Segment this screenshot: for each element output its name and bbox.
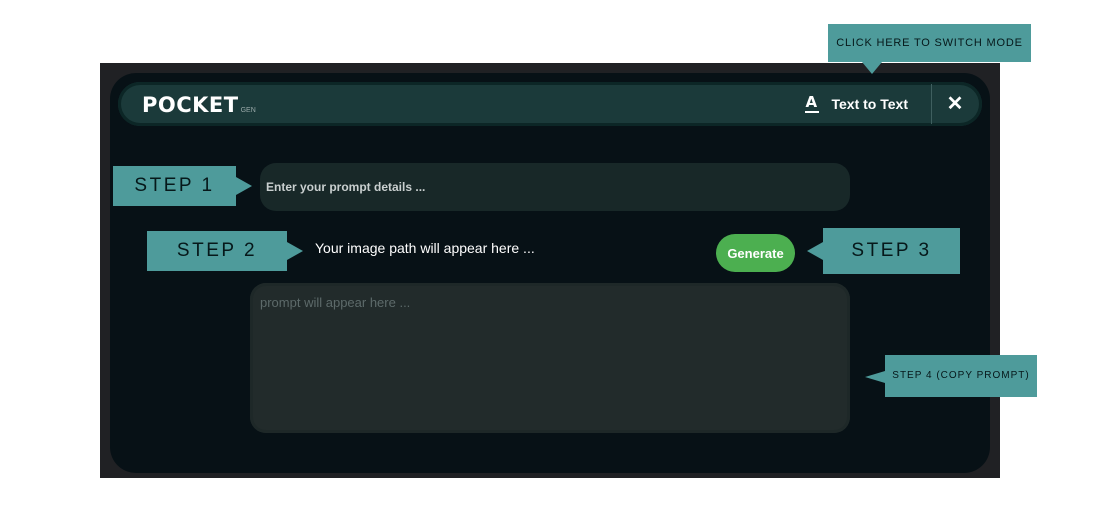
prompt-input[interactable] bbox=[260, 163, 850, 211]
close-icon[interactable]: ✕ bbox=[942, 82, 968, 126]
callout-pointer bbox=[236, 177, 252, 195]
prompt-output[interactable]: prompt will appear here ... bbox=[250, 283, 850, 433]
callout-step1-label: STEP 1 bbox=[134, 175, 215, 196]
header-divider bbox=[931, 84, 932, 124]
image-path-text: Your image path will appear here ... bbox=[315, 240, 535, 256]
callout-pointer bbox=[807, 242, 823, 260]
callout-pointer bbox=[865, 371, 885, 383]
callout-step4-label: STEP 4 (COPY PROMPT) bbox=[892, 370, 1030, 381]
callout-switch-mode-label: CLICK HERE TO SWITCH MODE bbox=[836, 37, 1023, 49]
callout-pointer bbox=[287, 242, 303, 260]
callout-step3-label: STEP 3 bbox=[851, 240, 932, 261]
callout-step1: STEP 1 bbox=[113, 166, 252, 206]
callout-step2-label: STEP 2 bbox=[176, 240, 258, 261]
callout-step3: STEP 3 bbox=[807, 228, 960, 274]
callout-switch-mode: CLICK HERE TO SWITCH MODE bbox=[828, 24, 1031, 74]
output-placeholder: prompt will appear here ... bbox=[260, 295, 411, 310]
logo-subtext: GEN bbox=[240, 107, 256, 114]
mode-switch-button[interactable]: A Text to Text bbox=[804, 82, 909, 126]
callout-step2: STEP 2 bbox=[147, 231, 303, 271]
text-format-icon: A bbox=[804, 93, 819, 113]
header-bar: POCKET GEN A Text to Text ✕ bbox=[118, 82, 982, 126]
callout-step4: STEP 4 (COPY PROMPT) bbox=[865, 355, 1037, 397]
logo-text: POCKET bbox=[142, 93, 239, 117]
callout-pointer bbox=[862, 62, 882, 74]
logo: POCKET GEN bbox=[142, 91, 256, 117]
generate-button[interactable]: Generate bbox=[716, 234, 795, 272]
mode-label: Text to Text bbox=[831, 96, 909, 112]
